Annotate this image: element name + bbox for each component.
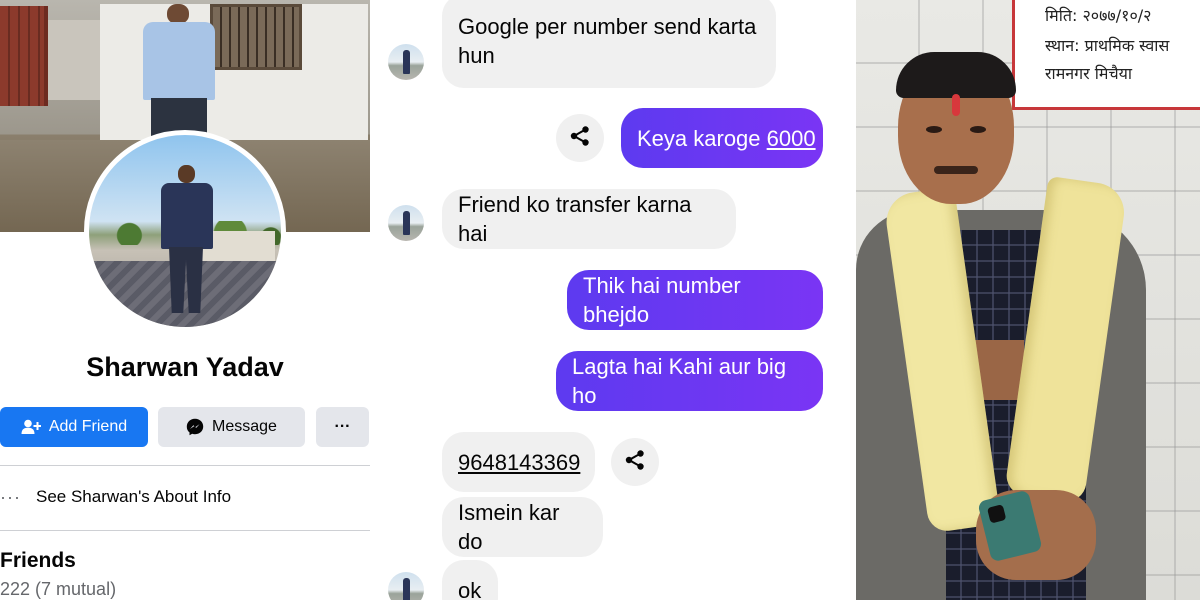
wall-notice: मिति: २०७७/१०/२ स्थान: प्राथमिक स्वास रा… [1012,0,1200,110]
notice-place: स्थान: प्राथमिक स्वास [1045,36,1170,55]
messenger-icon [186,418,204,436]
divider [0,530,370,531]
sender-avatar[interactable] [388,572,424,600]
cover-gate [0,6,48,106]
add-friend-button[interactable]: Add Friend [0,407,148,447]
cover-person [137,4,221,136]
more-dots-icon: ··· [334,418,351,435]
phone-number-link[interactable]: 6000 [767,124,816,153]
outgoing-message[interactable]: Thik hai number bhejdo [567,270,823,330]
more-dots-icon: ··· [0,486,21,507]
cover-wall [48,20,103,100]
about-info-link[interactable]: ··· See Sharwan's About Info [0,480,370,514]
incoming-message[interactable]: Friend ko transfer karna hai [442,189,736,249]
outgoing-message[interactable]: Lagta hai Kahi aur big ho [556,351,823,411]
profile-name: Sharwan Yadav [86,352,284,382]
news-photo: मिति: २०७७/१०/२ स्थान: प्राथमिक स्वास रा… [856,0,1200,600]
notice-location: रामनगर मिचैया [1045,64,1133,83]
message-text: Ismein kar do [458,500,560,554]
chat-panel: Google per number send karta hun Keya ka… [372,0,856,600]
friends-count[interactable]: 222 (7 mutual) [0,579,116,600]
incoming-message[interactable]: Ismein kar do [442,497,603,557]
incoming-message[interactable]: Google per number send karta hun [442,0,776,88]
message-text: Thik hai number bhejdo [583,273,741,327]
message-label: Message [212,418,277,435]
profile-picture-person [159,165,215,321]
message-text: Friend ko transfer karna hai [458,192,692,246]
outgoing-message[interactable]: Keya karoge 6000 [621,108,823,168]
share-button[interactable] [556,114,604,162]
friends-heading: Friends [0,549,76,572]
notice-date: मिति: २०७७/१०/२ [1045,6,1152,25]
share-icon [624,449,646,476]
profile-picture[interactable] [84,130,286,332]
man-portrait [856,175,1200,600]
add-person-icon [21,419,41,435]
more-options-button[interactable]: ··· [316,407,369,447]
share-button[interactable] [611,438,659,486]
divider [0,465,370,466]
message-text: Keya karoge [637,125,767,151]
message-text: ok [458,577,482,600]
message-text: Google per number send karta [458,14,757,39]
message-button[interactable]: Message [158,407,305,447]
facebook-profile-panel: Sharwan Yadav Add Friend Message ··· ···… [0,0,372,600]
cover-window [210,4,302,70]
incoming-message[interactable]: ok [442,560,498,600]
about-info-label: See Sharwan's About Info [36,487,232,506]
phone-number-link[interactable]: 9648143369 [458,448,580,477]
add-friend-label: Add Friend [48,418,128,435]
share-icon [569,125,591,152]
message-text: Lagta hai Kahi aur big ho [572,354,787,408]
sender-avatar[interactable] [388,44,424,80]
incoming-message[interactable]: 9648143369 [442,432,595,492]
message-text: hun [458,43,495,68]
sender-avatar[interactable] [388,205,424,241]
